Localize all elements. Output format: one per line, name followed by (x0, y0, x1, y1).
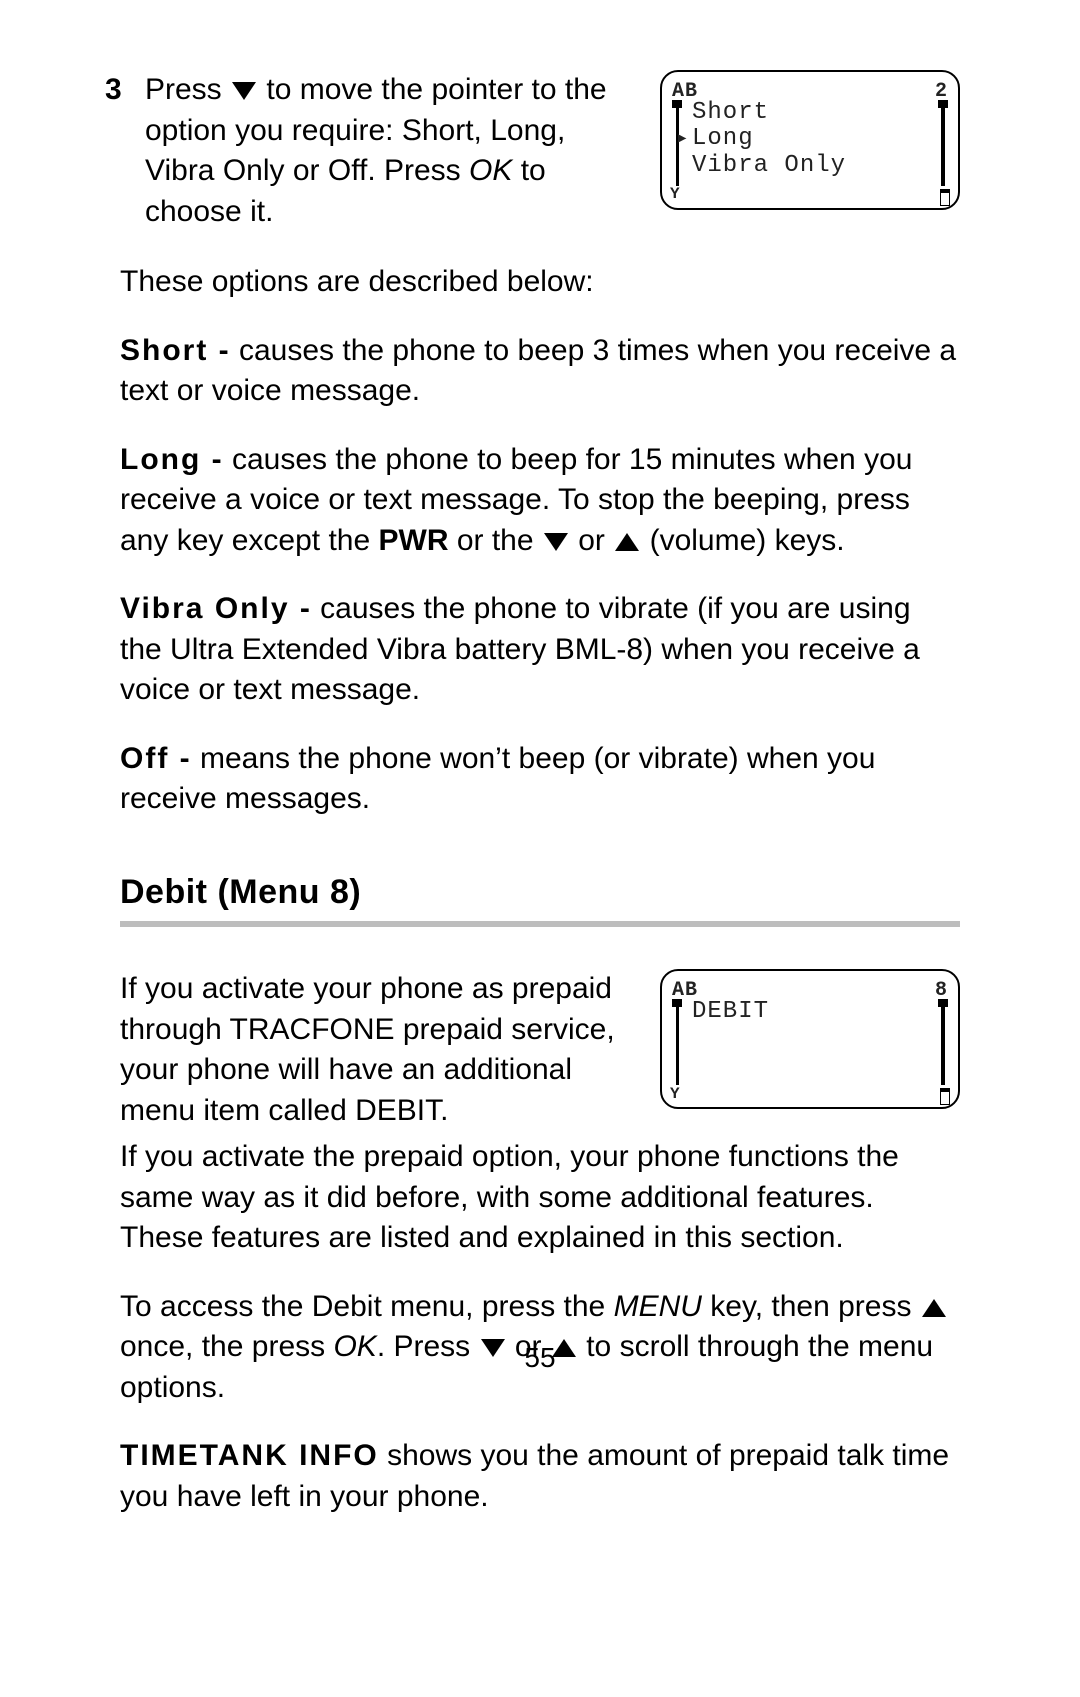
option-off-label: Off - (120, 742, 192, 775)
option-vibra-label: Vibra Only - (120, 592, 312, 625)
lcd1-top-left: AB (672, 78, 698, 96)
lcd1-line2-selected: Long (692, 126, 932, 152)
lcd2-menu: DEBIT (692, 999, 932, 1025)
lcd2-top-row: AB 8 (672, 977, 948, 995)
lcd2-bottom (670, 1084, 950, 1106)
pwr-key-label: PWR (379, 524, 449, 557)
option-long-label: Long - (120, 443, 224, 476)
antenna-icon (670, 184, 680, 206)
option-short: Short - causes the phone to beep 3 times… (120, 331, 960, 412)
option-long-text-c: or (570, 524, 613, 557)
debit-p2: If you activate the prepaid option, your… (120, 1137, 960, 1259)
debit-p3-a: To access the Debit menu, press the (120, 1290, 614, 1323)
menu-key-label: MENU (614, 1290, 702, 1323)
triangle-up-icon (922, 1299, 946, 1317)
lcd2-top-right: 8 (935, 977, 948, 995)
option-off: Off - means the phone won’t beep (or vib… (120, 739, 960, 820)
option-off-text: means the phone won’t beep (or vibrate) … (120, 742, 875, 816)
debit-p3-b: key, then press (702, 1290, 920, 1323)
triangle-down-icon (544, 533, 568, 551)
ok-key-label: OK (469, 154, 512, 187)
lcd2-top-left: AB (672, 977, 698, 995)
triangle-up-icon (615, 533, 639, 551)
debit-intro-text: If you activate your phone as prepaid th… (120, 969, 630, 1131)
section-heading-debit: Debit (Menu 8) (120, 870, 960, 916)
step-3: 3 Press to move the pointer to the optio… (120, 70, 960, 232)
signal-bar-icon (672, 999, 682, 1085)
lcd1-bottom (670, 184, 950, 206)
timetank-label: TIMETANK INFO (120, 1439, 379, 1472)
battery-bar-icon (938, 100, 948, 186)
battery-icon (940, 184, 950, 206)
lcd-top-row: AB 2 (672, 78, 948, 96)
battery-bar-icon (938, 999, 948, 1085)
step-number: 3 (105, 70, 135, 111)
option-long-text-b: or the (449, 524, 542, 557)
lcd1-line1: Short (692, 100, 932, 126)
lcd1-top-right: 2 (935, 78, 948, 96)
phone-screen-alert-type: AB 2 ShortLongVibra Only (660, 70, 960, 210)
page: 3 Press to move the pointer to the optio… (0, 0, 1080, 1697)
debit-intro-block: If you activate your phone as prepaid th… (120, 969, 960, 1131)
page-number: 55 (0, 1339, 1080, 1377)
option-vibra: Vibra Only - causes the phone to vibrate… (120, 589, 960, 711)
phone-screen-debit: AB 8 DEBIT (660, 969, 960, 1109)
step-body: Press to move the pointer to the option … (145, 70, 960, 232)
option-short-text: causes the phone to beep 3 times when yo… (120, 334, 956, 408)
lcd2-line1: DEBIT (692, 999, 932, 1025)
timetank-info: TIMETANK INFO shows you the amount of pr… (120, 1436, 960, 1517)
lcd1-line3: Vibra Only (692, 153, 932, 179)
section-rule (120, 921, 960, 927)
step3-pre: Press (145, 73, 230, 106)
step-text: Press to move the pointer to the option … (145, 70, 630, 232)
lcd1-menu: ShortLongVibra Only (692, 100, 932, 179)
option-long: Long - causes the phone to beep for 15 m… (120, 440, 960, 562)
antenna-icon (670, 1084, 680, 1106)
option-long-text-d: (volume) keys. (641, 524, 844, 557)
battery-icon (940, 1084, 950, 1106)
option-short-label: Short - (120, 334, 231, 367)
triangle-down-icon (232, 82, 256, 100)
options-intro: These options are described below: (120, 262, 960, 303)
